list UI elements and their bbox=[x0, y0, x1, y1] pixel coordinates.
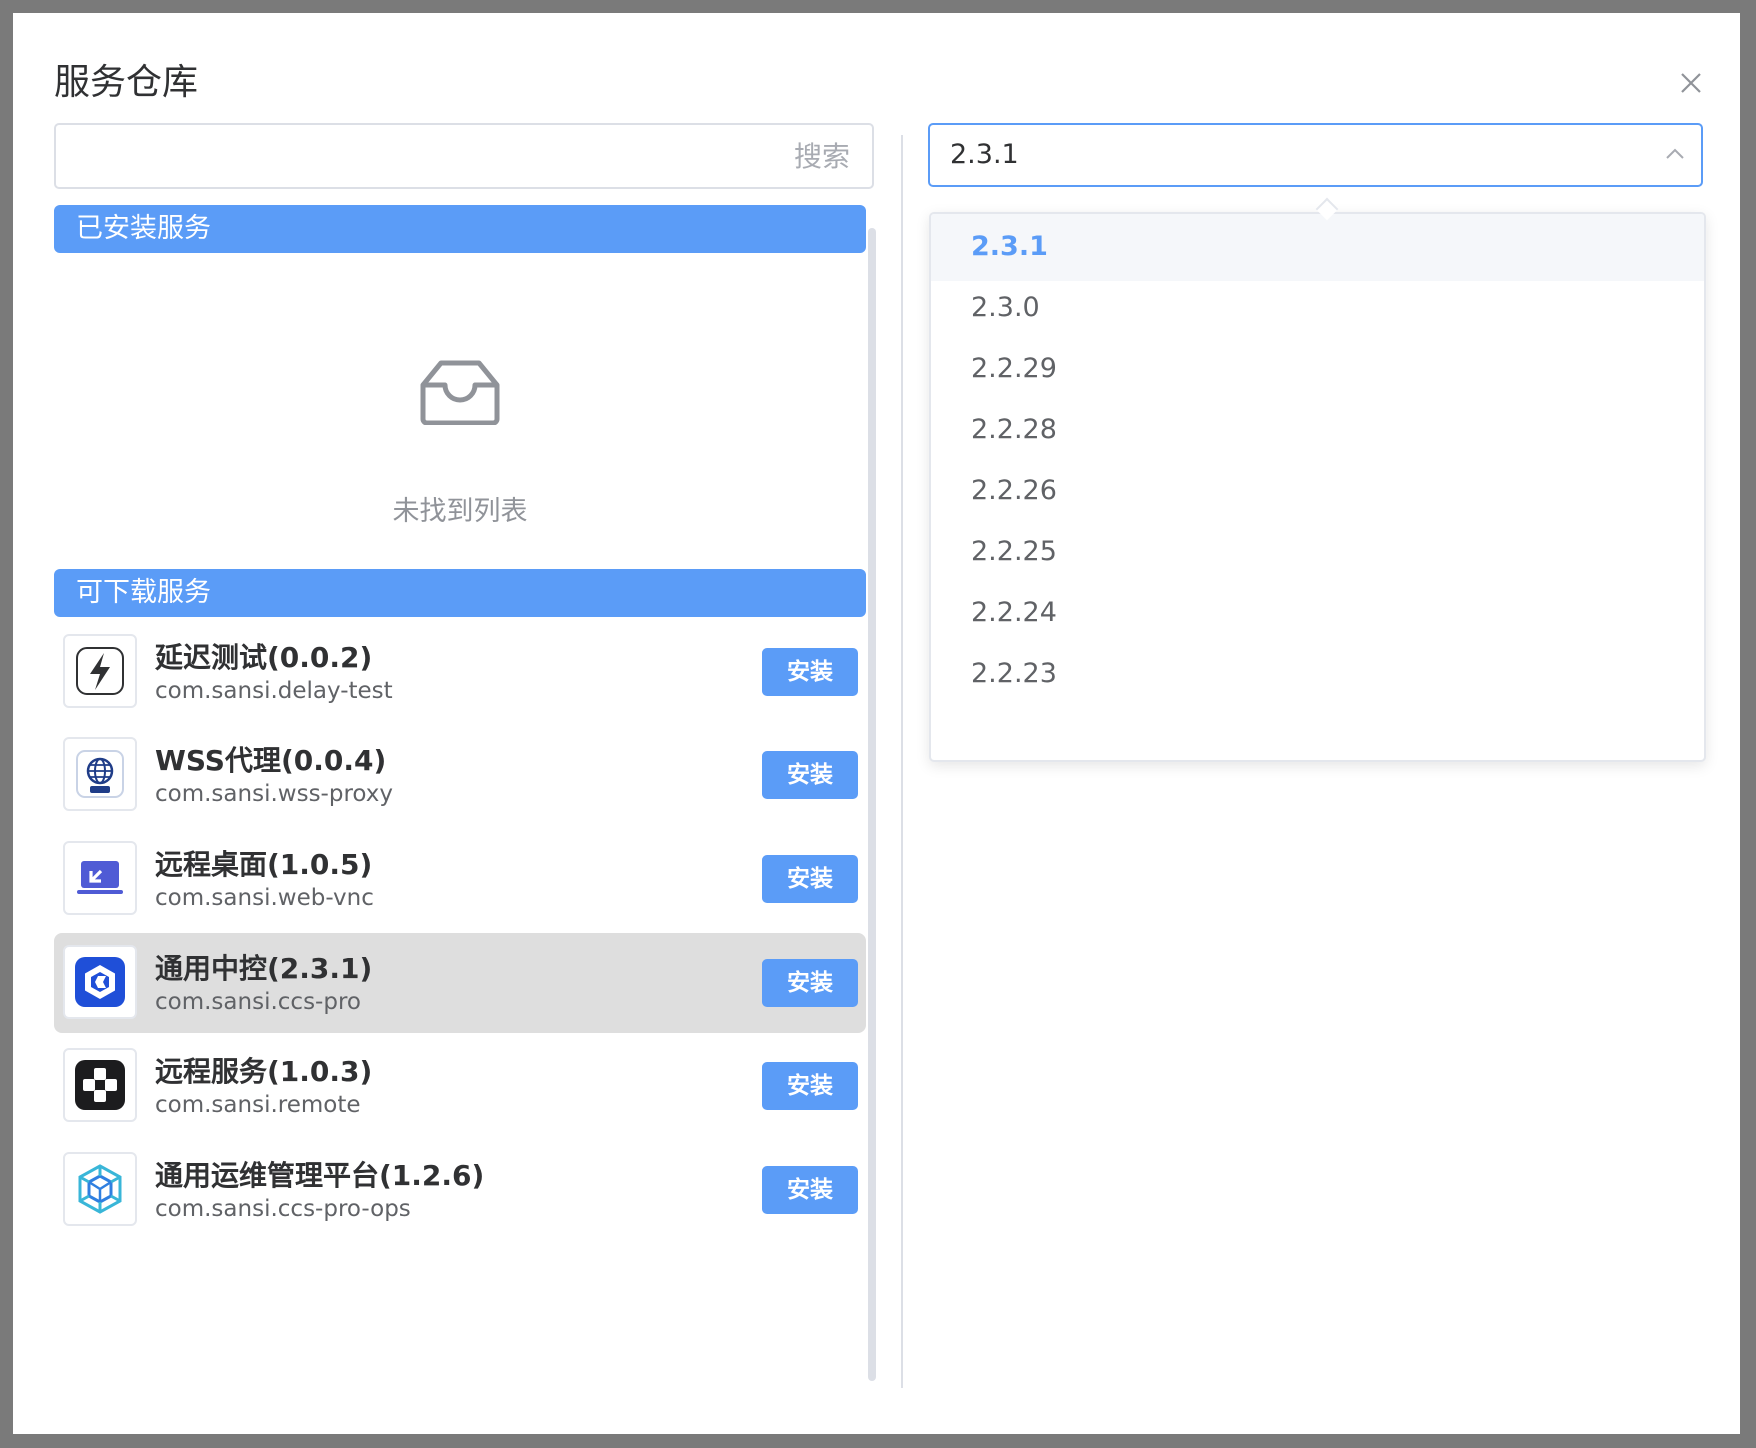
panel-divider bbox=[901, 135, 903, 1388]
version-option[interactable]: 2.2.26 bbox=[931, 457, 1704, 525]
service-name: 通用中控(2.3.1) bbox=[155, 952, 373, 985]
service-repository-dialog: 服务仓库 已安装服务 未找到列表 可下载服务 延迟测试(0.0.2) com.s… bbox=[13, 13, 1740, 1434]
service-package: com.sansi.web-vnc bbox=[155, 885, 374, 911]
version-select[interactable]: 2.3.1 bbox=[928, 123, 1703, 187]
service-package: com.sansi.ccs-pro-ops bbox=[155, 1196, 411, 1222]
service-item-web-vnc[interactable]: 远程桌面(1.0.5) com.sansi.web-vnc 安装 bbox=[54, 829, 866, 929]
version-option[interactable]: 2.2.24 bbox=[931, 579, 1704, 647]
service-name: 通用运维管理平台(1.2.6) bbox=[155, 1159, 485, 1192]
close-icon[interactable] bbox=[1679, 71, 1703, 95]
service-item-wss-proxy[interactable]: WSS代理(0.0.4) com.sansi.wss-proxy 安装 bbox=[54, 725, 866, 825]
downloadable-section-header: 可下载服务 bbox=[54, 569, 866, 617]
empty-text: 未找到列表 bbox=[392, 496, 528, 527]
inbox-icon bbox=[420, 360, 500, 425]
install-button[interactable]: 安装 bbox=[762, 751, 858, 799]
cube-icon bbox=[63, 1152, 137, 1226]
service-item-ccs-pro[interactable]: 通用中控(2.3.1) com.sansi.ccs-pro 安装 bbox=[54, 933, 866, 1033]
version-option[interactable]: 2.2.25 bbox=[931, 518, 1704, 586]
version-dropdown: 2.3.1 2.3.0 2.2.29 2.2.28 2.2.26 2.2.25 … bbox=[929, 212, 1706, 762]
chevron-up-icon bbox=[1666, 148, 1684, 159]
lightning-icon bbox=[63, 634, 137, 708]
service-name: 延迟测试(0.0.2) bbox=[155, 641, 373, 674]
globe-icon bbox=[63, 737, 137, 811]
laptop-icon bbox=[63, 841, 137, 915]
service-item-remote[interactable]: 远程服务(1.0.3) com.sansi.remote 安装 bbox=[54, 1036, 866, 1136]
install-button[interactable]: 安装 bbox=[762, 1166, 858, 1214]
service-package: com.sansi.ccs-pro bbox=[155, 989, 361, 1015]
version-option[interactable]: 2.2.23 bbox=[931, 640, 1704, 708]
service-name: 远程桌面(1.0.5) bbox=[155, 848, 373, 881]
dialog-title: 服务仓库 bbox=[54, 62, 199, 103]
version-option[interactable]: 2.2.29 bbox=[931, 335, 1704, 403]
service-item-ccs-pro-ops[interactable]: 通用运维管理平台(1.2.6) com.sansi.ccs-pro-ops 安装 bbox=[54, 1140, 866, 1240]
search-input[interactable] bbox=[56, 125, 872, 187]
installed-section-header: 已安装服务 bbox=[54, 205, 866, 253]
install-button[interactable]: 安装 bbox=[762, 648, 858, 696]
hexagon-icon bbox=[63, 945, 137, 1019]
service-name: WSS代理(0.0.4) bbox=[155, 744, 387, 777]
install-button[interactable]: 安装 bbox=[762, 1062, 858, 1110]
service-item-delay-test[interactable]: 延迟测试(0.0.2) com.sansi.delay-test 安装 bbox=[54, 622, 866, 722]
service-name: 远程服务(1.0.3) bbox=[155, 1055, 373, 1088]
install-button[interactable]: 安装 bbox=[762, 959, 858, 1007]
search-box bbox=[54, 123, 874, 189]
version-option[interactable]: 2.2.28 bbox=[931, 396, 1704, 464]
version-option[interactable]: 2.3.0 bbox=[931, 274, 1704, 342]
scrollbar[interactable] bbox=[868, 228, 876, 1381]
version-option[interactable]: 2.3.1 bbox=[931, 214, 1704, 281]
install-button[interactable]: 安装 bbox=[762, 855, 858, 903]
version-select-value: 2.3.1 bbox=[950, 139, 1019, 170]
gamepad-icon bbox=[63, 1048, 137, 1122]
service-package: com.sansi.wss-proxy bbox=[155, 781, 393, 807]
service-package: com.sansi.delay-test bbox=[155, 678, 393, 704]
service-package: com.sansi.remote bbox=[155, 1092, 361, 1118]
